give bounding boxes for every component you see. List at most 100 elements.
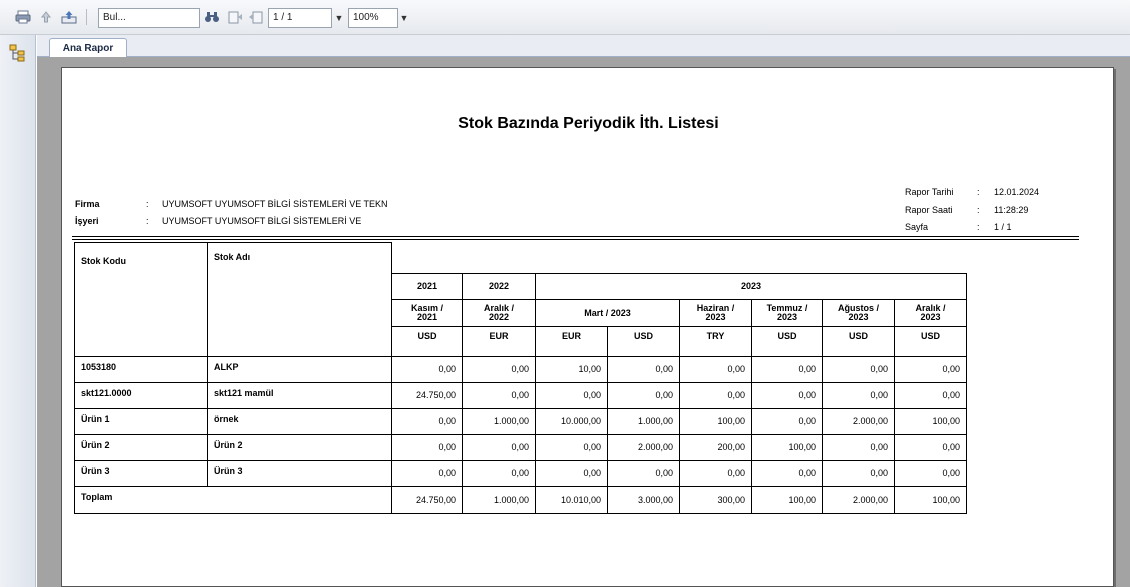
isyeri-value: UYUMSOFT UYUMSOFT BİLGİ SİSTEMLERİ VE: [162, 216, 362, 226]
total-value: 2.000,00: [822, 486, 895, 514]
table-row-value: 200,00: [679, 434, 752, 461]
isyeri-label: İşyeri: [75, 216, 99, 226]
table-row-stock-name: örnek: [207, 408, 392, 435]
total-value: 10.010,00: [535, 486, 608, 514]
header-currency: USD: [391, 326, 463, 357]
table-row-value: 0,00: [894, 460, 967, 487]
tab-ana-rapor[interactable]: Ana Rapor: [49, 38, 127, 58]
header-currency: USD: [607, 326, 680, 357]
table-row-value: 24.750,00: [391, 382, 463, 409]
zoom-dropdown-arrow-icon[interactable]: ▼: [398, 8, 410, 28]
total-value: 3.000,00: [607, 486, 680, 514]
table-row-value: 0,00: [894, 356, 967, 383]
header-currency: TRY: [679, 326, 752, 357]
total-label: Toplam: [74, 486, 392, 514]
table-row-value: 0,00: [751, 460, 823, 487]
sayfa-value: 1 / 1: [994, 222, 1012, 232]
header-period: Haziran / 2023: [679, 299, 752, 327]
search-input[interactable]: Bul...: [98, 8, 200, 28]
rapor-saati-value: 11:28:29: [994, 205, 1029, 215]
table-row-value: 0,00: [822, 434, 895, 461]
report-title: Stok Bazında Periyodik İth. Listesi: [458, 115, 719, 132]
header-year-2022: 2022: [462, 273, 536, 300]
report-viewport[interactable]: Stok Bazında Periyodik İth. Listesi Firm…: [37, 57, 1130, 587]
header-stock-code: Stok Kodu: [74, 242, 208, 357]
total-value: 24.750,00: [391, 486, 463, 514]
table-row-value: 0,00: [894, 382, 967, 409]
table-row-value: 0,00: [462, 460, 536, 487]
previous-page-icon[interactable]: [247, 8, 265, 25]
header-rule-bottom: [72, 239, 1079, 240]
table-row-value: 0,00: [894, 434, 967, 461]
header-currency: EUR: [462, 326, 536, 357]
table-row-value: 0,00: [822, 460, 895, 487]
table-row-value: 0,00: [607, 382, 680, 409]
header-period: Mart / 2023: [535, 299, 680, 327]
rapor-tarihi-colon: :: [977, 187, 980, 197]
table-row-value: 0,00: [751, 382, 823, 409]
page-number-input[interactable]: 1 / 1: [268, 8, 332, 28]
export-icon[interactable]: [60, 8, 78, 25]
firma-label: Firma: [75, 199, 100, 209]
header-currency: USD: [751, 326, 823, 357]
zoom-select[interactable]: 100%: [348, 8, 398, 28]
header-currency: EUR: [535, 326, 608, 357]
table-row-stock-name: Ürün 3: [207, 460, 392, 487]
table-row-value: 1.000,00: [607, 408, 680, 435]
table-row-value: 0,00: [462, 434, 536, 461]
report-toolbar: Bul... 1 / 1 ▼ 100% ▼: [0, 0, 1130, 35]
page-dropdown-arrow-icon[interactable]: ▼: [333, 8, 345, 28]
header-period: Ağustos / 2023: [822, 299, 895, 327]
table-row-stock-code: 1053180: [74, 356, 208, 383]
table-row-value: 0,00: [679, 356, 752, 383]
report-page: Stok Bazında Periyodik İth. Listesi Firm…: [61, 67, 1114, 587]
table-row-value: 0,00: [751, 356, 823, 383]
rapor-saati-label: Rapor Saati: [905, 205, 953, 215]
table-row-stock-code: Ürün 3: [74, 460, 208, 487]
total-value: 100,00: [894, 486, 967, 514]
table-row-value: 0,00: [391, 434, 463, 461]
total-value: 100,00: [751, 486, 823, 514]
isyeri-colon: :: [146, 216, 149, 226]
header-currency: USD: [822, 326, 895, 357]
header-rule-top: [72, 236, 1079, 237]
document-map-tree-icon[interactable]: [9, 44, 27, 62]
print-icon[interactable]: [14, 8, 32, 25]
table-row-stock-name: Ürün 2: [207, 434, 392, 461]
table-row-value: 0,00: [391, 460, 463, 487]
header-period: Temmuz / 2023: [751, 299, 823, 327]
table-row-value: 0,00: [462, 382, 536, 409]
sayfa-colon: :: [977, 222, 980, 232]
find-binoculars-icon[interactable]: [203, 8, 221, 25]
table-row-value: 10.000,00: [535, 408, 608, 435]
table-row-value: 2.000,00: [822, 408, 895, 435]
table-row-value: 0,00: [822, 356, 895, 383]
toolbar-separator: [86, 9, 87, 25]
table-row-value: 0,00: [607, 460, 680, 487]
table-row-value: 0,00: [391, 408, 463, 435]
firma-value: UYUMSOFT UYUMSOFT BİLGİ SİSTEMLERİ VE TE…: [162, 199, 388, 209]
header-currency: USD: [894, 326, 967, 357]
first-page-icon[interactable]: [226, 8, 244, 25]
table-row-value: 1.000,00: [462, 408, 536, 435]
table-row-value: 100,00: [751, 434, 823, 461]
table-row-value: 0,00: [751, 408, 823, 435]
table-row-stock-code: Ürün 1: [74, 408, 208, 435]
report-tabstrip: Ana Rapor: [37, 35, 1130, 58]
table-row-value: 2.000,00: [607, 434, 680, 461]
header-period: Aralık / 2022: [462, 299, 536, 327]
header-stock-name: Stok Adı: [207, 242, 392, 357]
table-row-value: 0,00: [679, 460, 752, 487]
table-row-value: 0,00: [607, 356, 680, 383]
table-row-value: 0,00: [535, 382, 608, 409]
table-row-stock-name: ALKP: [207, 356, 392, 383]
rapor-tarihi-label: Rapor Tarihi: [905, 187, 954, 197]
table-row-stock-code: Ürün 2: [74, 434, 208, 461]
header-year-2023: 2023: [535, 273, 967, 300]
firma-colon: :: [146, 199, 149, 209]
total-value: 300,00: [679, 486, 752, 514]
upload-icon[interactable]: [37, 8, 55, 25]
sayfa-label: Sayfa: [905, 222, 929, 232]
rapor-tarihi-value: 12.01.2024: [994, 187, 1040, 197]
table-row-value: 100,00: [679, 408, 752, 435]
